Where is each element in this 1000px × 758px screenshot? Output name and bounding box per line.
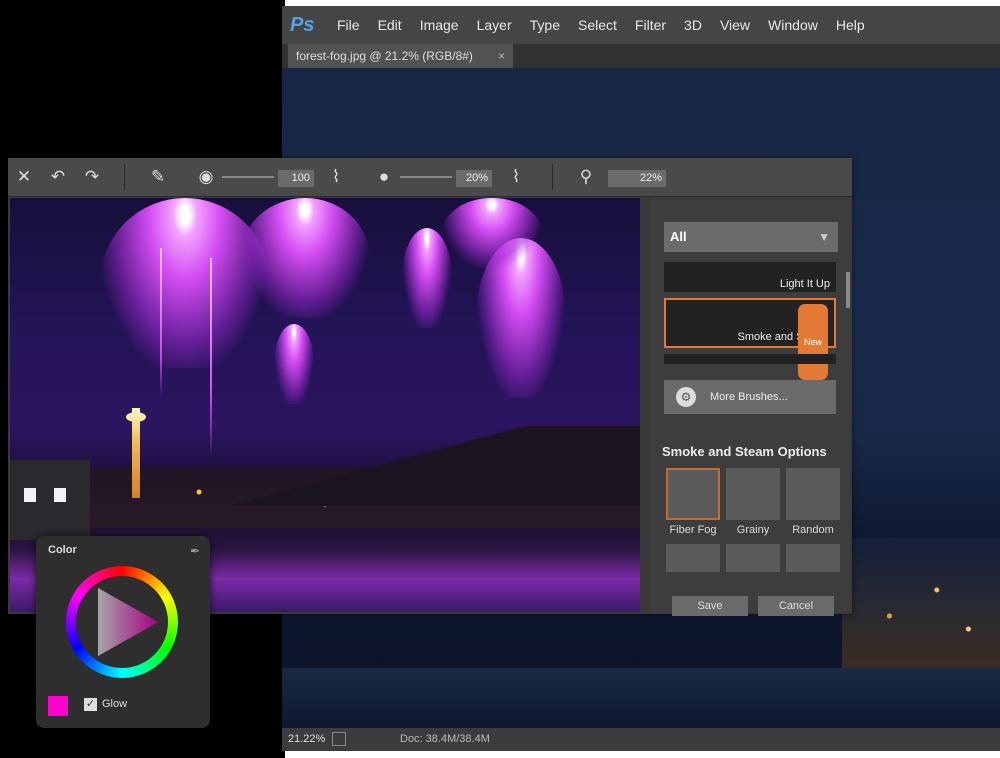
option-random[interactable] — [786, 468, 840, 520]
window-light — [54, 488, 66, 502]
brush-size-slider[interactable] — [222, 176, 274, 178]
window-light — [24, 488, 36, 502]
city-lights-image — [842, 538, 1000, 668]
house-image — [10, 460, 90, 540]
space-needle-tower — [132, 408, 140, 498]
brush-label: Light It Up — [779, 278, 830, 290]
redo-icon[interactable]: ↷ — [82, 167, 102, 187]
brush-list-scrollbar[interactable] — [846, 272, 850, 308]
gear-icon: ⚙ — [676, 387, 696, 407]
option-grainy[interactable] — [726, 468, 780, 520]
toolbar-divider — [124, 164, 125, 190]
color-triangle[interactable] — [76, 576, 168, 668]
status-doc-size: Doc: 38.4M/38.4M — [400, 733, 490, 745]
opacity-input[interactable]: 20% — [456, 170, 492, 187]
option-tile[interactable] — [666, 544, 720, 572]
opacity-icon: ● — [378, 167, 390, 186]
firework-image — [274, 324, 314, 404]
menu-view[interactable]: View — [720, 17, 750, 33]
more-brushes-button[interactable]: ⚙ More Brushes... — [664, 380, 836, 414]
document-tab-title: forest-fog.jpg @ 21.2% (RGB/8#) — [296, 49, 473, 63]
color-wheel[interactable] — [66, 566, 178, 678]
option-tile[interactable] — [726, 544, 780, 572]
new-badge: New — [797, 304, 828, 380]
more-brushes-label: More Brushes... — [710, 391, 788, 403]
glow-label: Glow — [102, 698, 128, 710]
status-zoom[interactable]: 21.22% — [288, 728, 325, 751]
menu-filter[interactable]: Filter — [635, 17, 666, 33]
category-value: All — [670, 229, 687, 244]
toolbar-divider — [552, 164, 553, 190]
zoom-icon[interactable]: ⚲ — [576, 167, 596, 187]
brush-size-icon: ◉ — [198, 167, 214, 186]
firework-streak — [160, 248, 162, 398]
undo-icon[interactable]: ↶ — [48, 167, 68, 187]
document-tabs: forest-fog.jpg @ 21.2% (RGB/8#) × — [282, 44, 1000, 68]
option-fiber-fog[interactable] — [666, 468, 720, 520]
brush-smoke-and-steam[interactable]: New Smoke and Steam — [664, 298, 836, 380]
color-wheel-center — [76, 576, 168, 668]
color-popup: Color ✒ ✓ Glow — [36, 536, 210, 728]
category-dropdown[interactable]: All ▼ — [664, 222, 838, 252]
menu-type[interactable]: Type — [530, 17, 560, 33]
share-icon[interactable] — [332, 732, 346, 746]
menu-window[interactable]: Window — [768, 17, 818, 33]
plugin-toolbar: ✕ ↶ ↷ ✎ ◉ 100 ⌇ ● 20% ⌇ ⚲ 22% — [8, 158, 852, 197]
options-title: Smoke and Steam Options — [662, 444, 827, 459]
glow-checkbox[interactable]: ✓ — [84, 698, 97, 711]
firework-image — [240, 198, 370, 318]
color-title: Color — [48, 544, 77, 556]
water-image — [282, 668, 1000, 728]
menu-3d[interactable]: 3D — [684, 17, 702, 33]
current-color-swatch[interactable] — [48, 696, 68, 716]
brush-panel: All ▼ Light It Up New Smoke and Steam ⚙ … — [650, 198, 850, 616]
menu-help[interactable]: Help — [836, 17, 865, 33]
brush-size-input[interactable]: 100 — [278, 170, 314, 187]
menu-image[interactable]: Image — [420, 17, 459, 33]
option-label: Random — [792, 524, 834, 536]
photoshop-logo: Ps — [290, 14, 315, 36]
brush-partial-tile[interactable] — [664, 354, 836, 364]
opacity-slider[interactable] — [400, 176, 452, 178]
hills-image — [10, 426, 640, 506]
document-tab[interactable]: forest-fog.jpg @ 21.2% (RGB/8#) × — [288, 44, 513, 68]
close-tab-icon[interactable]: × — [498, 44, 505, 68]
status-bar: 21.22% Doc: 38.4M/38.4M — [282, 728, 1000, 751]
menu-layer[interactable]: Layer — [477, 17, 512, 33]
cancel-button[interactable]: Cancel — [758, 596, 834, 616]
pressure-opacity-icon[interactable]: ⌇ — [506, 167, 526, 187]
chevron-down-icon: ▼ — [818, 230, 830, 244]
save-button[interactable]: Save — [672, 596, 748, 616]
eyedropper-icon[interactable]: ✒ — [190, 544, 200, 558]
close-icon[interactable]: ✕ — [14, 167, 34, 187]
menu-edit[interactable]: Edit — [378, 17, 402, 33]
option-label: Fiber Fog — [669, 524, 717, 536]
pressure-size-icon[interactable]: ⌇ — [326, 167, 346, 187]
menu-select[interactable]: Select — [578, 17, 617, 33]
brush-tool-icon[interactable]: ✎ — [148, 167, 168, 187]
menu-bar: Ps File Edit Image Layer Type Select Fil… — [282, 6, 1000, 44]
firework-image — [442, 198, 542, 268]
zoom-input[interactable]: 22% — [608, 170, 666, 187]
option-tile[interactable] — [786, 544, 840, 572]
brush-light-it-up[interactable]: Light It Up — [664, 262, 836, 292]
option-label: Grainy — [736, 524, 770, 536]
menu-file[interactable]: File — [337, 17, 360, 33]
